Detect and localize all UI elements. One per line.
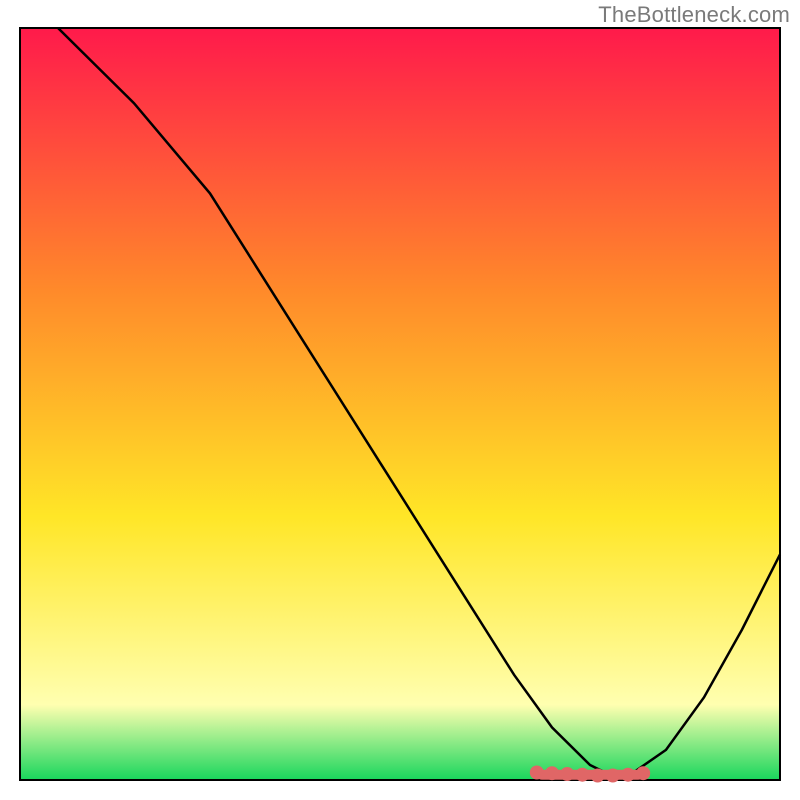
optimal-marker [575, 768, 589, 782]
optimal-marker [591, 769, 605, 783]
optimal-marker [560, 767, 574, 781]
optimal-marker [545, 766, 559, 780]
optimal-marker [530, 766, 544, 780]
watermark-text: TheBottleneck.com [598, 2, 790, 28]
plot-background [20, 28, 780, 780]
chart-container: { "watermark": "TheBottleneck.com", "cha… [0, 0, 800, 800]
optimal-marker [636, 766, 650, 780]
optimal-marker [621, 768, 635, 782]
optimal-marker [606, 769, 620, 783]
bottleneck-chart [0, 0, 800, 800]
